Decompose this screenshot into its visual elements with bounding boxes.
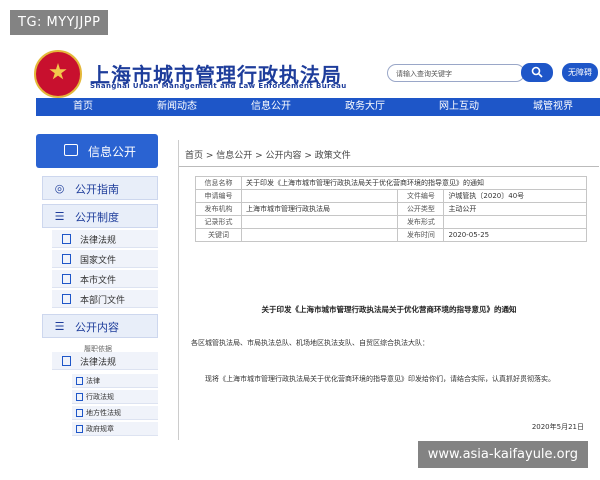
- document-icon: [76, 425, 83, 433]
- cell-key: 发布形式: [397, 215, 445, 229]
- table-row: 信息名称 关于印发《上海市城市管理行政执法局关于优化营商环境的指导意见》的通知: [195, 176, 587, 190]
- sidebar-miniitem[interactable]: 地方性法规: [72, 406, 158, 420]
- watermark-top: TG: MYYJJPP: [10, 10, 109, 35]
- sidebar-subitem[interactable]: 法律法规: [52, 230, 158, 248]
- subitem-label: 本部门文件: [80, 296, 126, 306]
- sidebar-subitem[interactable]: 本部门文件: [52, 290, 158, 308]
- compass-icon: ◎: [54, 182, 65, 195]
- subitem-label: 本市文件: [80, 276, 117, 286]
- miniitem-label: 地方性法规: [86, 409, 121, 417]
- sidebar-subitem[interactable]: 法律法规: [52, 352, 158, 370]
- watermark-bottom: www.asia-kaifayule.org: [417, 441, 588, 468]
- nav-view[interactable]: 城管视界: [506, 98, 600, 116]
- search-icon: [531, 66, 543, 78]
- miniitem-label: 政府规章: [86, 425, 114, 433]
- table-row: 申请编号 文件编号 沪城管执〔2020〕40号: [195, 189, 587, 203]
- miniitem-label: 法律: [86, 377, 100, 385]
- search-button[interactable]: [521, 63, 553, 82]
- sidebar-miniitem[interactable]: 行政法规: [72, 390, 158, 404]
- document-body: 现将《上海市城市管理行政执法局关于优化营商环境的指导意见》印发给你们，请结合实际…: [205, 375, 555, 383]
- site-subtitle: Shanghai Urban Management and Law Enforc…: [90, 82, 347, 90]
- nav-info-disclosure[interactable]: 信息公开: [224, 98, 318, 116]
- list-icon: ☰: [54, 210, 65, 223]
- cell-value: 上海市城市管理行政执法局: [240, 202, 399, 216]
- main-nav: 首页 新闻动态 信息公开 政务大厅 网上互动 城管视界: [36, 98, 600, 116]
- emblem-logo: [34, 50, 82, 98]
- cell-key: 文件编号: [397, 189, 445, 203]
- sidebar-item-label: 公开内容: [75, 321, 119, 334]
- document-icon: [62, 274, 71, 284]
- sidebar-miniitem[interactable]: 法律: [72, 374, 158, 388]
- cell-value: [240, 228, 399, 242]
- divider: [179, 166, 599, 167]
- cell-key: 公开类型: [397, 202, 445, 216]
- nav-interaction[interactable]: 网上互动: [412, 98, 506, 116]
- metadata-table: 信息名称 关于印发《上海市城市管理行政执法局关于优化营商环境的指导意见》的通知 …: [195, 176, 587, 242]
- search-input[interactable]: 请输入查询关键字: [387, 64, 525, 82]
- cell-value: 关于印发《上海市城市管理行政执法局关于优化营商环境的指导意见》的通知: [241, 176, 587, 190]
- document-icon: [62, 356, 71, 366]
- cell-value: 沪城管执〔2020〕40号: [443, 189, 587, 203]
- cell-key: 申请编号: [195, 189, 242, 203]
- cell-value: 2020-05-25: [443, 228, 587, 242]
- document-icon: [62, 254, 71, 264]
- sidebar-subitem[interactable]: 国家文件: [52, 250, 158, 268]
- document-icon: [76, 393, 83, 401]
- cell-key: 关键词: [195, 228, 242, 242]
- table-row: 发布机构 上海市城市管理行政执法局 公开类型 主动公开: [195, 202, 587, 216]
- list-icon: ☰: [54, 320, 65, 333]
- cell-key: 信息名称: [195, 176, 242, 190]
- sidebar-item-label: 公开制度: [75, 211, 119, 224]
- document-icon: [76, 377, 83, 385]
- page: TG: MYYJJPP www.asia-kaifayule.org 上海市城市…: [0, 0, 600, 480]
- subitem-label: 法律法规: [80, 358, 117, 368]
- sidebar: 信息公开 ◎ 公开指南 ☰ 公开制度 法律法规 国家文件 本市文件 本部门文件 …: [36, 134, 166, 440]
- document-date: 2020年5月21日: [531, 423, 584, 431]
- cell-value: [240, 215, 399, 229]
- cell-value: [240, 189, 399, 203]
- table-row: 记录形式 发布形式: [195, 215, 587, 229]
- accessibility-button[interactable]: 无障碍: [562, 63, 598, 82]
- nav-service-hall[interactable]: 政务大厅: [318, 98, 412, 116]
- site-header: 上海市城市管理行政执法局 Shanghai Urban Management a…: [32, 48, 600, 98]
- main-content: 首页 > 信息公开 > 公开内容 > 政策文件 信息名称 关于印发《上海市城市管…: [178, 140, 599, 440]
- document-recipients: 各区城管执法局、市局执法总队、机场地区执法支队、自贸区综合执法大队：: [191, 339, 429, 347]
- sidebar-head-label: 信息公开: [88, 145, 137, 159]
- nav-news[interactable]: 新闻动态: [130, 98, 224, 116]
- document-icon: [62, 234, 71, 244]
- sidebar-subitem[interactable]: 本市文件: [52, 270, 158, 288]
- folder-icon: [64, 144, 78, 156]
- document-icon: [76, 409, 83, 417]
- sidebar-miniitem[interactable]: 政府规章: [72, 422, 158, 436]
- breadcrumb[interactable]: 首页 > 信息公开 > 公开内容 > 政策文件: [185, 148, 351, 161]
- document-icon: [62, 294, 71, 304]
- sidebar-item-label: 公开指南: [75, 183, 119, 196]
- cell-value: 主动公开: [443, 202, 587, 216]
- nav-home[interactable]: 首页: [36, 98, 130, 116]
- subitem-label: 法律法规: [80, 236, 117, 246]
- cell-key: 发布机构: [195, 202, 242, 216]
- subitem-label: 国家文件: [80, 256, 117, 266]
- sidebar-item-system[interactable]: ☰ 公开制度: [42, 204, 158, 228]
- sidebar-item-guide[interactable]: ◎ 公开指南: [42, 176, 158, 200]
- sidebar-item-content[interactable]: ☰ 公开内容: [42, 314, 158, 338]
- table-row: 关键词 发布时间 2020-05-25: [195, 228, 587, 242]
- cell-key: 发布时间: [397, 228, 445, 242]
- cell-key: 记录形式: [195, 215, 242, 229]
- miniitem-label: 行政法规: [86, 393, 114, 401]
- cell-value: [443, 215, 587, 229]
- sidebar-head[interactable]: 信息公开: [36, 134, 158, 168]
- document-title: 关于印发《上海市城市管理行政执法局关于优化营商环境的指导意见》的通知: [261, 305, 517, 314]
